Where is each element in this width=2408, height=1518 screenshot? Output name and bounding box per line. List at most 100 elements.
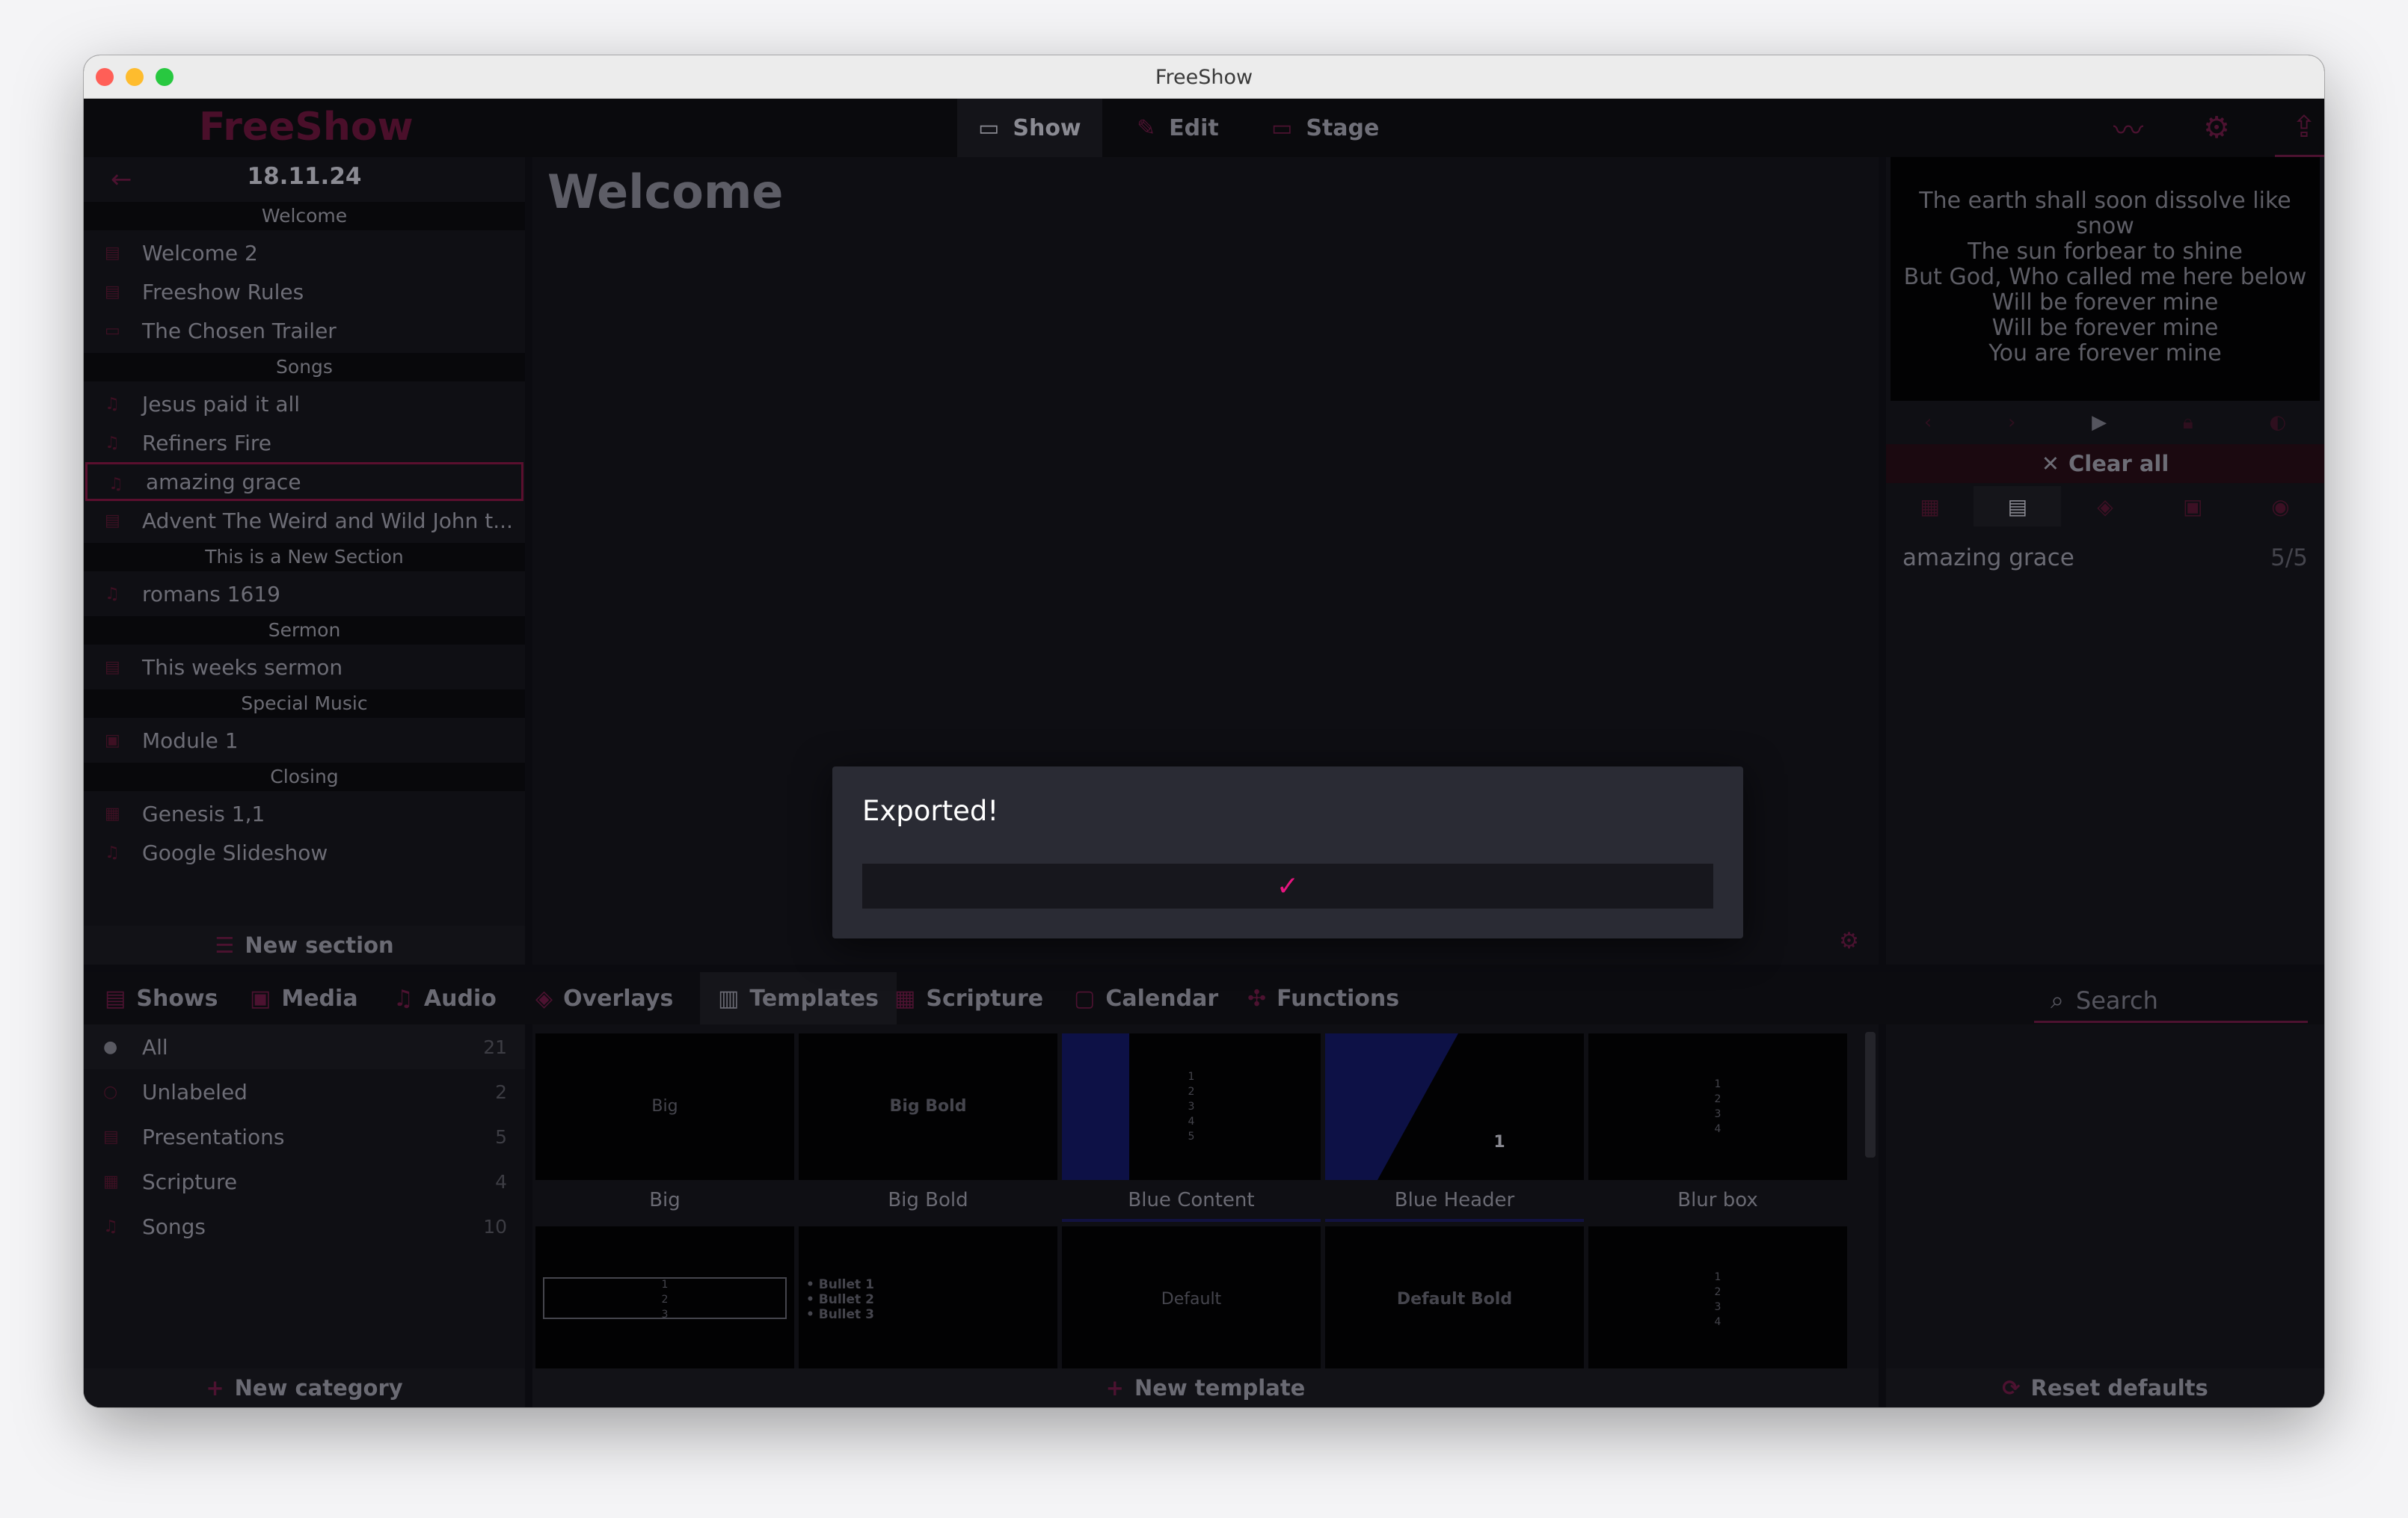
new-section-button[interactable]: ☰ New section: [84, 926, 525, 965]
tab-functions[interactable]: ✣ Functions: [1247, 972, 1399, 1024]
category-item[interactable]: ▤ Presentations 5: [84, 1114, 525, 1159]
draw-icon[interactable]: 〰: [2099, 99, 2157, 157]
tab-templates[interactable]: ▥ Templates: [700, 972, 897, 1024]
template-card[interactable]: 1: [1325, 1033, 1584, 1180]
lyric-line: Will be forever mine: [1991, 315, 2219, 341]
category-label: Presentations: [142, 1124, 285, 1149]
reset-defaults-label: Reset defaults: [2030, 1375, 2208, 1401]
project-item[interactable]: ▭ The Chosen Trailer: [84, 311, 525, 350]
project-item[interactable]: ♫ Jesus paid it all: [84, 384, 525, 423]
section-header[interactable]: Special Music: [84, 689, 525, 718]
project-item-label: The Chosen Trailer: [142, 318, 337, 343]
overlay-icon[interactable]: ◈: [2061, 486, 2149, 526]
template-card[interactable]: 1 2 3: [535, 1226, 794, 1373]
media-icon[interactable]: ▣: [2149, 486, 2237, 526]
project-item[interactable]: ♫ romans 1619: [84, 574, 525, 613]
new-template-button[interactable]: + New template: [532, 1368, 1879, 1407]
lyric-line: But God, Who called me here below: [1903, 264, 2307, 290]
reset-defaults-button[interactable]: ⟳ Reset defaults: [1886, 1368, 2324, 1407]
audio-icon[interactable]: ◉: [2237, 486, 2324, 526]
project-item-label: Google Slideshow: [142, 840, 328, 865]
category-item[interactable]: ▦ Scripture 4: [84, 1159, 525, 1204]
tab-overlays[interactable]: ◈ Overlays: [535, 972, 673, 1024]
template-card[interactable]: Big: [535, 1033, 794, 1180]
project-item[interactable]: ▤ Advent The Weird and Wild John t...: [84, 501, 525, 540]
project-item[interactable]: ♫ amazing grace: [85, 462, 523, 501]
search-input[interactable]: ⌕ Search: [2034, 980, 2308, 1023]
tab-scripture[interactable]: ▦ Scripture: [894, 972, 1043, 1024]
project-item[interactable]: ♫ Google Slideshow: [84, 833, 525, 872]
project-item[interactable]: ▤ Freeshow Rules: [84, 272, 525, 311]
new-category-button[interactable]: + New category: [84, 1368, 525, 1407]
template-name: Blue Header: [1394, 1189, 1515, 1211]
template-name: Big Bold: [888, 1189, 968, 1211]
lyric-line: snow: [2076, 213, 2134, 239]
gear-icon[interactable]: ⚙: [2187, 99, 2246, 157]
category-item[interactable]: ● All 21: [84, 1024, 525, 1069]
project-item[interactable]: ▤ Welcome 2: [84, 233, 525, 272]
top-navigation: FreeShow ▭ Show ✎ Edit ▭ Stage 〰 ⚙ ⇪: [84, 99, 2324, 157]
project-date: 18.11.24: [247, 163, 362, 190]
output-icon[interactable]: ⇪: [2275, 99, 2324, 157]
category-item[interactable]: ○ Unlabeled 2: [84, 1069, 525, 1114]
new-section-label: New section: [245, 932, 394, 958]
next-icon[interactable]: ›: [2008, 411, 2015, 434]
category-count: 10: [483, 1216, 507, 1238]
section-header[interactable]: Songs: [84, 353, 525, 381]
template-details: [1886, 1024, 2324, 1407]
template-preview: 1 2 3 4 5: [1188, 1071, 1195, 1143]
project-item[interactable]: ▣ Module 1: [84, 721, 525, 760]
toggle-icon[interactable]: ◐: [2269, 411, 2286, 434]
template-card[interactable]: • Bullet 1 • Bullet 2 • Bullet 3: [799, 1226, 1057, 1373]
section-header[interactable]: Sermon: [84, 616, 525, 645]
tab-show[interactable]: ▭ Show: [957, 99, 1102, 157]
previous-icon[interactable]: ‹: [1924, 411, 1932, 434]
lock-icon[interactable]: 🔒︎: [2183, 411, 2193, 434]
dialog-title: Exported!: [862, 795, 999, 827]
project-item[interactable]: ▦ Genesis 1,1: [84, 794, 525, 833]
template-preview: 1 2 3: [661, 1279, 669, 1321]
category-count: 2: [495, 1081, 507, 1103]
play-icon[interactable]: ▶: [2092, 411, 2107, 434]
settings-gear-icon[interactable]: ⚙: [1839, 928, 1859, 954]
category-icon: ▦: [103, 1173, 119, 1191]
monitor-icon: ▭: [978, 114, 1000, 141]
section-header[interactable]: This is a New Section: [84, 543, 525, 571]
template-name: Blur box: [1677, 1189, 1758, 1211]
template-preview: 1: [1493, 1133, 1505, 1152]
checkmark-icon: ✓: [1276, 870, 1300, 902]
template-card[interactable]: 1 2 3 4: [1588, 1226, 1847, 1373]
background-icon[interactable]: ▦: [1886, 486, 1974, 526]
category-icon: ♫: [103, 1217, 118, 1236]
tab-calendar[interactable]: ▢ Calendar: [1074, 972, 1218, 1024]
tab-shows[interactable]: ▤ Shows: [105, 972, 218, 1024]
template-card[interactable]: Default Bold: [1325, 1226, 1584, 1373]
template-card[interactable]: Default: [1062, 1226, 1321, 1373]
tab-media[interactable]: ▣ Media: [250, 972, 358, 1024]
tab-audio[interactable]: ♫ Audio: [393, 972, 497, 1024]
slide-text-icon[interactable]: ▤: [1974, 486, 2062, 526]
templates-scrollbar[interactable]: [1865, 1032, 1876, 1158]
template-card[interactable]: 1 2 3 4: [1588, 1033, 1847, 1180]
template-preview: Big: [651, 1097, 678, 1116]
section-header[interactable]: Closing: [84, 763, 525, 791]
category-icon: ▤: [103, 1128, 119, 1146]
output-preview[interactable]: The earth shall soon dissolve like snow Th…: [1891, 157, 2320, 401]
project-item[interactable]: ♫ Refiners Fire: [84, 423, 525, 462]
tab-templates-label: Templates: [749, 985, 879, 1012]
section-header[interactable]: Welcome: [84, 202, 525, 230]
template-card[interactable]: 1 2 3 4 5: [1062, 1033, 1321, 1180]
template-card[interactable]: Big Bold: [799, 1033, 1057, 1180]
categories: ● All 21 ○ Unlabeled 2 ▤ Presentations 5 ▦ Scriptu…: [84, 1024, 525, 1249]
tab-shows-label: Shows: [136, 985, 218, 1012]
tab-edit[interactable]: ✎ Edit: [1116, 99, 1240, 157]
scripture-icon: ▦: [894, 985, 916, 1012]
project-item[interactable]: ▤ This weeks sermon: [84, 648, 525, 686]
tab-stage[interactable]: ▭ Stage: [1250, 99, 1400, 157]
category-item[interactable]: ♫ Songs 10: [84, 1204, 525, 1249]
shows-icon: ▤: [105, 985, 126, 1012]
clear-all-button[interactable]: ✕ Clear all: [1886, 444, 2324, 483]
template-selected-underline: [1325, 1219, 1584, 1222]
template-preview: 1 2 3 4: [1714, 1271, 1721, 1328]
templates-grid: Big Big Big Bold Big Bold 1 2 3 4 5 Blue Cont…: [532, 1024, 1879, 1407]
